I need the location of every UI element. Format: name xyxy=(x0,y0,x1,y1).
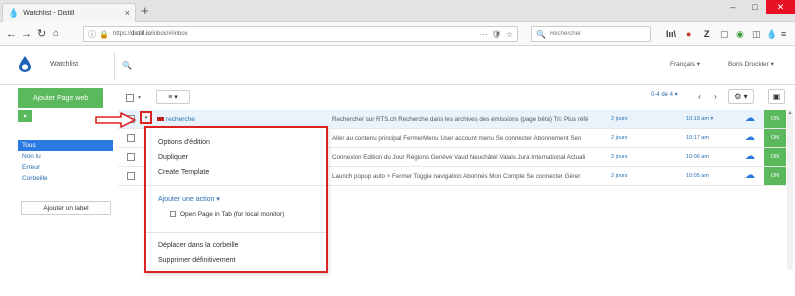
menu-item-duplicate[interactable]: Dupliquer xyxy=(158,154,188,161)
add-webpage-dropdown-button[interactable]: ▾ xyxy=(18,110,32,122)
row-age: 2 jours xyxy=(611,116,628,122)
language-selector[interactable]: Français ▾ xyxy=(670,60,700,68)
screenshot-icon[interactable]: ▢ xyxy=(720,28,729,40)
window-minimize-button[interactable]: – xyxy=(722,0,744,14)
flag-icon xyxy=(157,117,164,122)
row-time[interactable]: 10:17 am xyxy=(686,135,709,141)
extension-box-icon[interactable]: ◫ xyxy=(752,28,761,40)
menu-item-move-to-trash[interactable]: Déplacer dans la corbeille xyxy=(158,242,239,249)
distill-extension-icon[interactable]: 💧 xyxy=(766,28,777,40)
page-actions-menu-icon[interactable]: ··· xyxy=(480,30,488,39)
tab-close-icon[interactable]: × xyxy=(125,8,130,18)
library-icon[interactable]: lıı\ xyxy=(666,28,676,40)
scroll-up-arrow-icon[interactable]: ▲ xyxy=(787,110,793,118)
add-webpage-button[interactable]: Ajouter Page web xyxy=(18,88,103,108)
menu-item-create-template[interactable]: Create Template xyxy=(158,169,209,176)
row-time[interactable]: 10:05 am xyxy=(686,173,709,179)
next-page-button[interactable]: › xyxy=(709,90,722,103)
row-status-toggle[interactable]: ON xyxy=(764,167,786,185)
row-status-toggle[interactable]: ON xyxy=(764,148,786,166)
row-description: Aller au contenu principal FermerMenu Us… xyxy=(332,135,582,142)
cloud-icon[interactable]: ☁ xyxy=(745,132,755,143)
save-view-button[interactable]: ▣ xyxy=(768,89,785,104)
cloud-icon[interactable]: ☁ xyxy=(745,170,755,181)
browser-search-input[interactable] xyxy=(549,31,646,37)
app-header: Watchlist 🔍 Français ▾ Boris Druckler ▾ xyxy=(0,47,795,85)
browser-search-box[interactable]: 🔍 xyxy=(531,26,651,42)
scrollbar[interactable] xyxy=(787,110,793,270)
user-menu[interactable]: Boris Druckler ▾ xyxy=(728,60,774,68)
row-context-menu: Options d'édition Dupliquer Create Templ… xyxy=(144,126,328,273)
row-time[interactable]: 10:19 am ▾ xyxy=(686,116,713,122)
filter-trash[interactable]: Corbeille xyxy=(18,173,113,184)
reload-icon[interactable]: ↻ xyxy=(37,26,46,42)
select-all-checkbox[interactable] xyxy=(126,94,134,102)
row-checkbox[interactable] xyxy=(127,172,135,180)
prev-page-button[interactable]: ‹ xyxy=(693,90,706,103)
row-checkbox[interactable] xyxy=(127,153,135,161)
bulk-actions-button[interactable]: ≡ ▾ xyxy=(156,90,190,104)
menu-add-action[interactable]: Ajouter une action ▾ xyxy=(158,195,220,203)
row-age: 2 jours xyxy=(611,173,628,179)
menu-divider xyxy=(146,185,326,186)
search-icon: 🔍 xyxy=(536,29,546,39)
action-checkbox[interactable] xyxy=(170,211,176,218)
cloud-icon[interactable]: ☁ xyxy=(745,113,755,124)
row-status-toggle[interactable]: ON xyxy=(764,110,786,128)
distill-favicon-icon: 💧 xyxy=(8,7,20,18)
back-arrow-icon[interactable]: ← xyxy=(6,26,17,42)
annotation-arrow-icon xyxy=(95,112,136,128)
hamburger-menu-icon[interactable]: ≡ xyxy=(781,28,786,40)
window-maximize-button[interactable]: □ xyxy=(744,0,766,14)
row-status-toggle[interactable]: ON xyxy=(764,129,786,147)
home-icon[interactable]: ⌂ xyxy=(53,26,59,42)
forward-arrow-icon[interactable]: → xyxy=(21,26,32,42)
menu-item-delete-permanently[interactable]: Supprimer définitivement xyxy=(158,257,235,264)
row-menu-caret-button[interactable]: ▾ xyxy=(140,111,152,124)
menu-action-open-page[interactable]: Open Page in Tab (for local monitor) xyxy=(170,211,284,218)
info-icon[interactable]: ⓘ xyxy=(88,29,96,40)
add-label-button[interactable]: Ajouter un label xyxy=(21,201,111,215)
window-close-button[interactable]: ✕ xyxy=(766,0,795,14)
extension-red-circle-icon[interactable]: ● xyxy=(686,28,691,40)
row-description: Launch popup auto × Fermer Toggle naviga… xyxy=(332,173,581,180)
app-title: Watchlist xyxy=(50,61,79,68)
new-tab-button[interactable]: + xyxy=(141,3,149,19)
row-name[interactable]: recherche xyxy=(157,116,195,123)
row-age: 2 jours xyxy=(611,135,628,141)
browser-toolbar: ← → ↻ ⌂ ⓘ 🔒 https://distill.io/inbox/#/i… xyxy=(0,22,795,46)
browser-tab[interactable]: 💧 Watchlist - Distill × xyxy=(2,3,136,22)
zotero-icon[interactable]: Z xyxy=(704,28,710,40)
lock-icon: 🔒 xyxy=(99,29,109,39)
cloud-icon[interactable]: ☁ xyxy=(745,151,755,162)
row-description: Connexion Édition du Jour Régions Genève… xyxy=(332,154,586,161)
filter-error[interactable]: Erreur xyxy=(18,162,113,173)
settings-button[interactable]: ⚙ ▾ xyxy=(728,89,754,104)
select-menu-caret-icon[interactable]: ▾ xyxy=(138,94,141,101)
bookmark-star-icon[interactable]: ☆ xyxy=(506,30,513,39)
pagination-info[interactable]: 0-4 de 4 ▾ xyxy=(651,91,678,98)
filter-list: Tous Non lu Erreur Corbeille xyxy=(18,140,113,184)
extension-green-icon[interactable]: ◉ xyxy=(736,28,744,40)
row-time[interactable]: 10:06 am xyxy=(686,154,709,160)
filter-all[interactable]: Tous xyxy=(18,140,113,151)
pocket-icon[interactable]: 🛡 xyxy=(492,30,502,39)
row-description: Rechercher sur RTS.ch Recherche dans les… xyxy=(332,116,589,123)
tab-title: Watchlist - Distill xyxy=(23,9,75,17)
distill-logo-icon[interactable] xyxy=(19,56,31,72)
menu-divider xyxy=(146,232,326,233)
row-age: 2 jours xyxy=(611,154,628,160)
browser-tab-bar: 💧 Watchlist - Distill × + – □ ✕ xyxy=(0,0,795,22)
url-text: https://distill.io/inbox/#/inbox xyxy=(112,31,188,37)
filter-unread[interactable]: Non lu xyxy=(18,151,113,162)
row-checkbox[interactable] xyxy=(127,134,135,142)
menu-item-edit-options[interactable]: Options d'édition xyxy=(158,139,210,146)
address-bar[interactable]: ⓘ 🔒 https://distill.io/inbox/#/inbox ···… xyxy=(83,26,518,42)
search-icon: 🔍 xyxy=(122,61,132,70)
